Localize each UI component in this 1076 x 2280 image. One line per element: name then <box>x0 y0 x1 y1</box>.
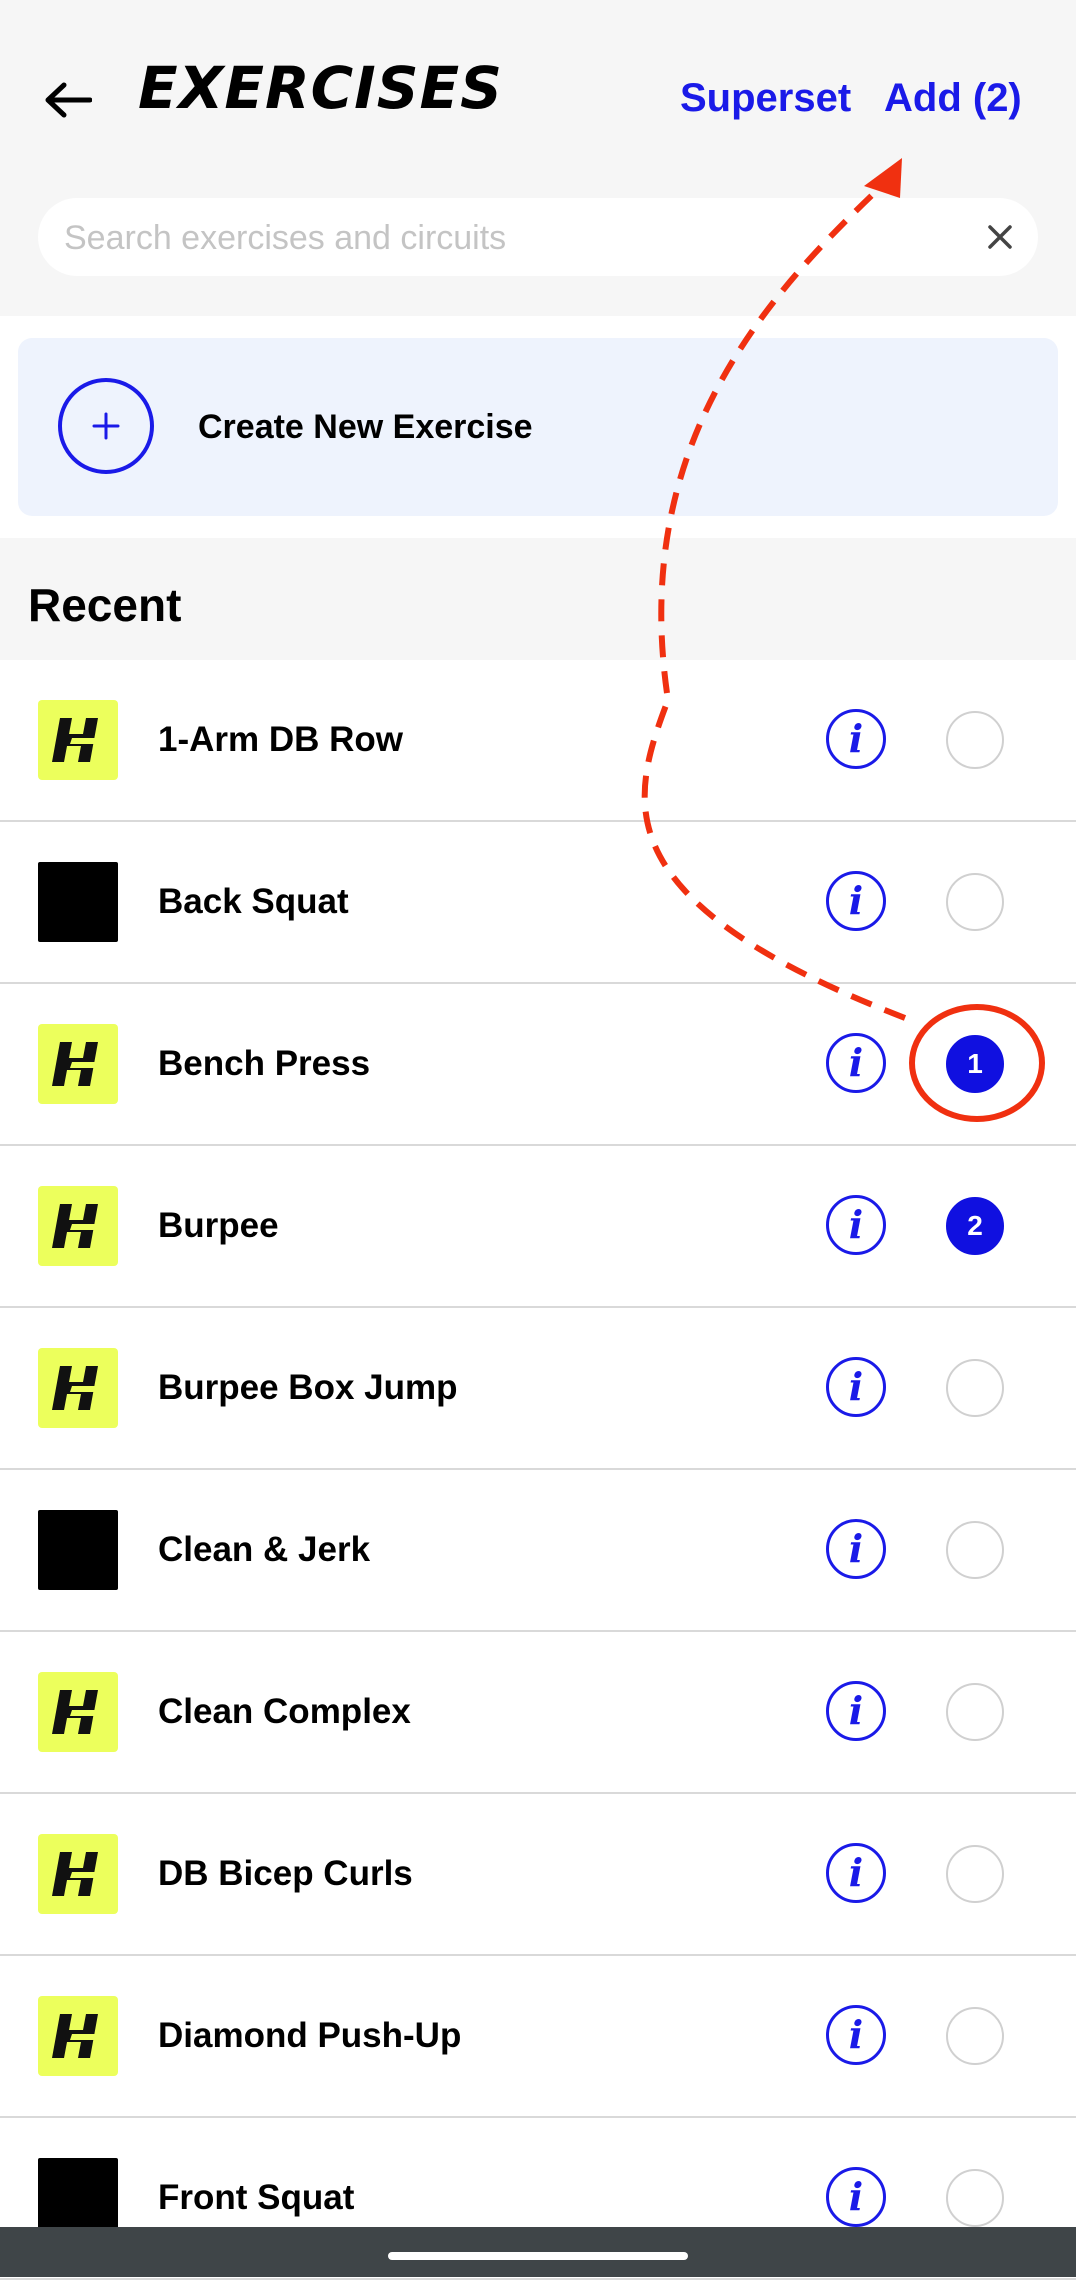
create-new-exercise-label: Create New Exercise <box>198 408 533 446</box>
exercise-logo-thumbnail <box>38 1996 118 2076</box>
info-icon[interactable]: i <box>826 1519 886 1579</box>
info-icon[interactable]: i <box>826 1681 886 1741</box>
exercise-logo-thumbnail <box>38 700 118 780</box>
system-navigation-bar <box>0 2227 1076 2277</box>
exercise-row[interactable]: Burpee Box Jump i <box>0 1308 1076 1470</box>
home-indicator[interactable] <box>388 2252 688 2260</box>
select-checkbox[interactable] <box>946 711 1004 769</box>
exercise-name: Bench Press <box>158 1044 371 1083</box>
exercise-row[interactable]: DB Bicep Curls i <box>0 1794 1076 1956</box>
exercise-logo-thumbnail <box>38 1348 118 1428</box>
create-new-exercise-button[interactable]: Create New Exercise <box>18 338 1058 516</box>
search-clear-button[interactable] <box>976 213 1024 261</box>
exercise-name: Diamond Push-Up <box>158 2016 462 2055</box>
info-icon[interactable]: i <box>826 871 886 931</box>
info-icon[interactable]: i <box>826 2167 886 2227</box>
exercise-row[interactable]: Burpee i 2 <box>0 1146 1076 1308</box>
recent-section-header: Recent <box>0 538 1076 660</box>
plus-icon <box>58 378 154 474</box>
exercise-row[interactable]: Back Squat i <box>0 822 1076 984</box>
exercise-thumbnail <box>38 2158 118 2238</box>
exercise-logo-thumbnail <box>38 1672 118 1752</box>
select-checkbox[interactable] <box>946 2169 1004 2227</box>
select-checkbox[interactable] <box>946 1359 1004 1417</box>
exercise-name: 1-Arm DB Row <box>158 720 404 759</box>
exercise-logo-thumbnail <box>38 1186 118 1266</box>
exercise-row[interactable]: Bench Press i 1 <box>0 984 1076 1146</box>
select-checkbox[interactable] <box>946 1683 1004 1741</box>
info-icon[interactable]: i <box>826 1195 886 1255</box>
select-checkbox[interactable] <box>946 1521 1004 1579</box>
exercise-list: 1-Arm DB Row i Back Squat i Bench Press i 1 Bur… <box>0 660 1076 2280</box>
exercise-logo-thumbnail <box>38 1024 118 1104</box>
header-bar: EXERCISES Superset Add (2) <box>0 0 1076 316</box>
exercise-row[interactable]: Clean & Jerk i <box>0 1470 1076 1632</box>
exercise-name: Burpee Box Jump <box>158 1368 458 1407</box>
close-icon <box>988 225 1012 249</box>
info-icon[interactable]: i <box>826 1033 886 1093</box>
exercise-thumbnail <box>38 1510 118 1590</box>
section-title: Recent <box>28 579 182 631</box>
arrow-left-icon <box>45 82 92 118</box>
exercise-name: Front Squat <box>158 2178 355 2217</box>
add-button[interactable]: Add (2) <box>884 76 1022 121</box>
select-checkbox[interactable] <box>946 2007 1004 2065</box>
exercise-logo-thumbnail <box>38 1834 118 1914</box>
select-checkbox[interactable]: 2 <box>946 1197 1004 1255</box>
exercise-name: Clean Complex <box>158 1692 411 1731</box>
select-checkbox[interactable]: 1 <box>946 1035 1004 1093</box>
exercise-row[interactable]: Clean Complex i <box>0 1632 1076 1794</box>
exercise-name: DB Bicep Curls <box>158 1854 413 1893</box>
exercise-name: Burpee <box>158 1206 279 1245</box>
info-icon[interactable]: i <box>826 2005 886 2065</box>
info-icon[interactable]: i <box>826 709 886 769</box>
select-checkbox[interactable] <box>946 873 1004 931</box>
exercise-row[interactable]: Diamond Push-Up i <box>0 1956 1076 2118</box>
page-title: EXERCISES <box>138 54 503 122</box>
info-icon[interactable]: i <box>826 1357 886 1417</box>
back-button[interactable] <box>36 68 100 132</box>
search-bar <box>38 198 1038 278</box>
select-checkbox[interactable] <box>946 1845 1004 1903</box>
superset-button[interactable]: Superset <box>680 76 851 121</box>
exercise-thumbnail <box>38 862 118 942</box>
exercise-name: Clean & Jerk <box>158 1530 371 1569</box>
search-input[interactable] <box>62 198 966 278</box>
info-icon[interactable]: i <box>826 1843 886 1903</box>
exercise-row[interactable]: 1-Arm DB Row i <box>0 660 1076 822</box>
exercise-name: Back Squat <box>158 882 349 921</box>
